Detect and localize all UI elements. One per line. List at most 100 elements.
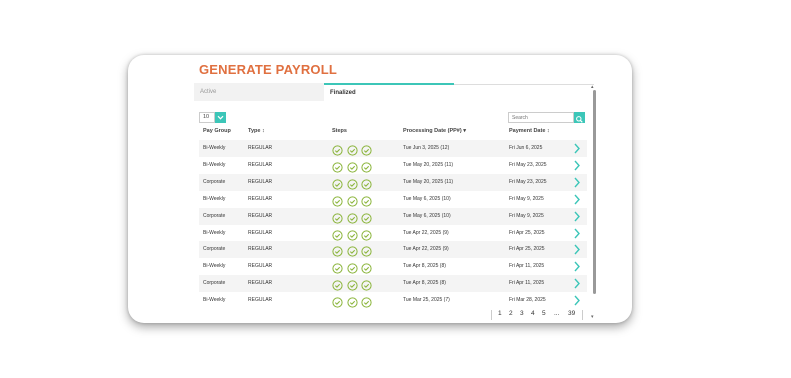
pagination-divider	[491, 310, 492, 320]
cell-type: REGULAR	[248, 178, 273, 185]
steps-indicator	[332, 211, 377, 224]
check-circle-icon	[346, 228, 358, 241]
scrollbar-thumb[interactable]	[593, 90, 596, 294]
table-row[interactable]: Corporate REGULAR Tue Apr 8, 2025 (8) Fri A…	[199, 275, 587, 293]
check-circle-icon	[361, 177, 372, 190]
cell-pay-group: Bi-Weekly	[203, 161, 226, 168]
check-circle-icon	[332, 211, 343, 224]
check-circle-icon	[332, 177, 343, 190]
cell-processing-date: Tue May 20, 2025 (11)	[403, 178, 454, 185]
tab-divider	[454, 84, 594, 85]
cell-pay-group: Bi-Weekly	[203, 145, 226, 151]
cell-payment-date: Fri May 23, 2025	[509, 161, 547, 168]
table-row[interactable]: Corporate REGULAR Tue May 20, 2025 (11) Fri…	[199, 173, 587, 191]
cell-pay-group: Bi-Weekly	[203, 229, 226, 236]
page-link[interactable]: 5	[542, 310, 546, 317]
chevron-right-icon[interactable]	[573, 227, 581, 240]
search-box[interactable]	[508, 112, 585, 123]
check-circle-icon	[346, 211, 358, 224]
check-circle-icon	[346, 177, 358, 190]
check-circle-icon	[361, 295, 372, 308]
table-row[interactable]: Bi-Weekly REGULAR Tue Mar 25, 2025 (7) Fri …	[199, 292, 587, 309]
steps-indicator	[332, 160, 377, 173]
check-circle-icon	[346, 295, 358, 308]
table-row[interactable]: Corporate REGULAR Tue May 6, 2025 (10) Fri …	[199, 207, 587, 225]
chevron-right-icon[interactable]	[573, 176, 581, 189]
cell-pay-group: Bi-Weekly	[203, 195, 226, 202]
chevron-right-icon[interactable]	[573, 210, 581, 223]
column-header-payment-date[interactable]: Payment Date ↕	[509, 128, 550, 134]
cell-payment-date: Fri Apr 11, 2025	[509, 263, 545, 270]
chevron-right-icon[interactable]	[573, 294, 581, 307]
chevron-right-icon[interactable]	[573, 193, 581, 206]
cell-type: REGULAR	[248, 297, 273, 304]
cell-type: REGULAR	[248, 212, 273, 219]
tab-bar: Active Finalized	[194, 83, 594, 101]
cell-type: REGULAR	[248, 195, 273, 202]
cell-payment-date: Fri Apr 25, 2025	[509, 229, 545, 236]
chevron-right-icon[interactable]	[573, 277, 581, 290]
check-circle-icon	[361, 228, 372, 241]
tab-active[interactable]: Active	[194, 83, 324, 101]
check-circle-icon	[346, 261, 358, 274]
chevron-right-icon[interactable]	[573, 159, 581, 172]
page-size-select[interactable]: 10	[199, 112, 226, 123]
scroll-up-icon[interactable]: ▴	[591, 84, 594, 90]
chevron-right-icon[interactable]	[573, 142, 581, 155]
check-circle-icon	[332, 295, 343, 308]
table-row[interactable]: Bi-Weekly REGULAR Tue May 20, 2025 (11) Fri…	[199, 157, 587, 174]
page-link[interactable]: 39	[568, 310, 575, 317]
chevron-right-icon[interactable]	[573, 260, 581, 273]
cell-payment-date: Fri Jun 6, 2025	[509, 145, 543, 151]
check-circle-icon	[346, 244, 358, 257]
cell-type: REGULAR	[248, 246, 273, 253]
column-header-type[interactable]: Type ↕	[248, 128, 265, 134]
cell-type: REGULAR	[248, 145, 273, 151]
check-circle-icon	[332, 261, 343, 274]
chevron-right-icon[interactable]	[573, 243, 581, 256]
check-circle-icon	[332, 244, 343, 257]
table-row[interactable]: Bi-Weekly REGULAR Tue Jun 3, 2025 (12) Fri …	[199, 140, 587, 157]
cell-pay-group: Corporate	[203, 280, 226, 287]
check-circle-icon	[346, 278, 358, 291]
steps-indicator	[332, 244, 377, 257]
table-row[interactable]: Bi-Weekly REGULAR Tue Apr 8, 2025 (8) Fri A…	[199, 258, 587, 275]
steps-indicator	[332, 295, 377, 308]
table-row[interactable]: Bi-Weekly REGULAR Tue May 6, 2025 (10) Fri …	[199, 191, 587, 208]
cell-pay-group: Bi-Weekly	[203, 263, 226, 270]
cell-payment-date: Fri Mar 28, 2025	[509, 297, 546, 304]
cell-processing-date: Tue Apr 8, 2025 (8)	[403, 263, 446, 270]
page-size-value[interactable]: 10	[199, 112, 215, 123]
cell-processing-date: Tue May 20, 2025 (11)	[403, 161, 454, 168]
tab-finalized[interactable]: Finalized	[324, 83, 454, 101]
cell-payment-date: Fri May 9, 2025	[509, 195, 544, 202]
page-link[interactable]: 3	[520, 310, 524, 317]
cell-processing-date: Tue Apr 8, 2025 (8)	[403, 280, 446, 287]
cell-processing-date: Tue Apr 22, 2025 (9)	[403, 246, 449, 253]
check-circle-icon	[346, 143, 358, 156]
chevron-down-icon[interactable]	[215, 112, 226, 123]
table-row[interactable]: Corporate REGULAR Tue Apr 22, 2025 (9) Fri …	[199, 241, 587, 259]
steps-indicator	[332, 194, 377, 207]
check-circle-icon	[361, 211, 372, 224]
steps-indicator	[332, 278, 377, 291]
cell-processing-date: Tue May 6, 2025 (10)	[403, 212, 451, 219]
search-icon[interactable]	[574, 112, 585, 123]
page-ellipsis: ...	[554, 310, 560, 317]
column-header-pay-group[interactable]: Pay Group	[203, 128, 231, 134]
pagination-divider	[582, 310, 583, 320]
page-link[interactable]: 1	[498, 310, 502, 317]
cell-payment-date: Fri Apr 11, 2025	[509, 280, 545, 287]
scroll-down-icon[interactable]: ▾	[591, 314, 594, 320]
page-link[interactable]: 4	[531, 310, 535, 317]
cell-pay-group: Corporate	[203, 212, 226, 219]
column-header-processing-date[interactable]: Processing Date (PP#) ▾	[403, 128, 466, 134]
search-input[interactable]	[508, 112, 574, 123]
check-circle-icon	[361, 261, 372, 274]
table-row[interactable]: Bi-Weekly REGULAR Tue Apr 22, 2025 (9) Fri …	[199, 225, 587, 242]
column-header-steps: Steps	[332, 128, 347, 134]
check-circle-icon	[361, 143, 372, 156]
cell-type: REGULAR	[248, 229, 273, 236]
page-link[interactable]: 2	[509, 310, 513, 317]
steps-indicator	[332, 177, 377, 190]
